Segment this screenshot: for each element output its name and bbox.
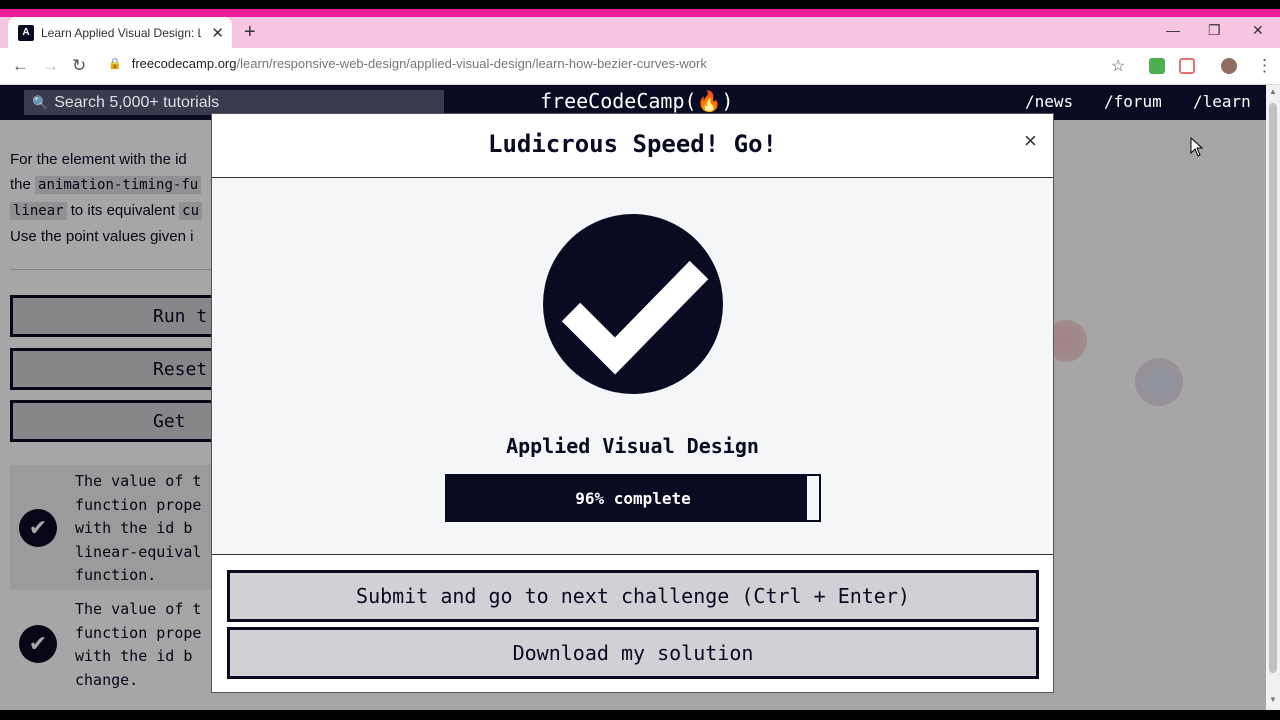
search-icon: 🔍: [32, 94, 49, 110]
search-input[interactable]: 🔍 Search 5,000+ tutorials: [24, 90, 444, 115]
url-host: freecodecamp.org: [131, 56, 237, 71]
url-field[interactable]: 🔒 freecodecamp.org /learn/responsive-web…: [108, 56, 707, 71]
bookmark-star-icon[interactable]: ☆: [1111, 56, 1125, 76]
mouse-cursor-icon: [1190, 137, 1204, 157]
extension-s-icon[interactable]: [1149, 58, 1165, 74]
scroll-down-icon[interactable]: ▼: [1269, 695, 1277, 704]
fcc-logo[interactable]: freeCodeCamp(🔥): [540, 89, 733, 113]
reload-icon[interactable]: ↻: [72, 56, 86, 76]
tab-title: Learn Applied Visual Design: Lea: [41, 25, 201, 40]
modal-close-icon[interactable]: ×: [1024, 128, 1037, 154]
submit-next-button[interactable]: Submit and go to next challenge (Ctrl + …: [227, 570, 1039, 622]
tab-strip: A Learn Applied Visual Design: Lea ✕ + —…: [0, 17, 1280, 48]
search-placeholder: Search 5,000+ tutorials: [54, 93, 220, 111]
certification-title: Applied Visual Design: [506, 434, 759, 458]
nav-link-news[interactable]: /news: [1025, 92, 1073, 111]
progress-bar: 96% complete: [445, 474, 821, 522]
lock-icon: 🔒: [108, 58, 122, 70]
new-tab-plus-icon[interactable]: +: [244, 21, 256, 44]
minimize-icon[interactable]: —: [1166, 22, 1180, 38]
modal-title: Ludicrous Speed! Go!: [488, 130, 777, 158]
fcc-favicon-icon: A: [18, 24, 34, 41]
forward-arrow-icon[interactable]: →: [42, 56, 59, 76]
profile-avatar[interactable]: [1221, 58, 1237, 74]
nav-link-forum[interactable]: /forum: [1104, 92, 1162, 111]
download-solution-button[interactable]: Download my solution: [227, 627, 1039, 679]
progress-text: 96% complete: [575, 489, 691, 508]
modal-header: Ludicrous Speed! Go! ×: [212, 114, 1053, 178]
success-check-icon: [543, 214, 723, 394]
window-accent-line: [0, 9, 1280, 17]
restore-icon[interactable]: ❐: [1208, 22, 1221, 39]
extension-capture-icon[interactable]: [1179, 58, 1195, 74]
completion-modal: Ludicrous Speed! Go! × Applied Visual De…: [211, 113, 1054, 693]
url-path: /learn/responsive-web-design/applied-vis…: [236, 56, 707, 71]
scroll-up-icon[interactable]: ▲: [1269, 87, 1277, 96]
nav-link-learn[interactable]: /learn: [1193, 92, 1251, 111]
tab-close-icon[interactable]: ✕: [211, 24, 224, 42]
scroll-thumb[interactable]: [1269, 103, 1277, 673]
window-close-icon[interactable]: ✕: [1252, 22, 1264, 39]
address-bar: ← → ↻ 🔒 freecodecamp.org /learn/responsi…: [0, 48, 1280, 85]
browser-menu-icon[interactable]: ⋮: [1256, 56, 1273, 76]
modal-footer: Submit and go to next challenge (Ctrl + …: [212, 554, 1053, 692]
browser-tab-active[interactable]: A Learn Applied Visual Design: Lea ✕: [8, 17, 232, 48]
page-scrollbar[interactable]: ▲ ▼: [1266, 85, 1280, 710]
window-top-strip: [0, 0, 1280, 9]
back-arrow-icon[interactable]: ←: [12, 56, 29, 76]
